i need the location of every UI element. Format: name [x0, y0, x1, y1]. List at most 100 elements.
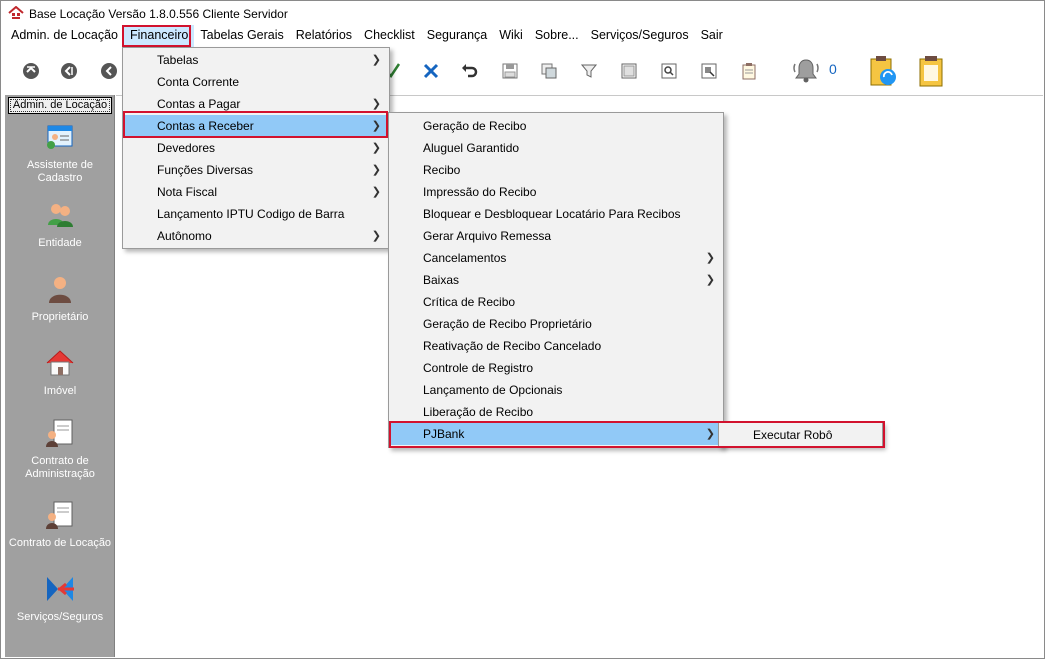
menu-item-reativacao-recibo[interactable]: Reativação de Recibo Cancelado: [389, 335, 723, 357]
menu-item-label: Executar Robô: [753, 428, 833, 442]
menu-item-contas-receber[interactable]: Contas a Receber ❯: [123, 115, 389, 137]
sidebar-item-label: Contrato de Administração: [25, 455, 95, 480]
menu-seguranca[interactable]: Segurança: [421, 25, 493, 47]
tasks-button[interactable]: [915, 55, 947, 87]
sidebar-item-label: Serviços/Seguros: [16, 611, 104, 623]
previous-page-icon: [61, 63, 77, 79]
chevron-right-icon: ❯: [371, 120, 381, 132]
app-window: Base Locação Versão 1.8.0.556 Cliente Se…: [0, 0, 1045, 659]
save-button[interactable]: [498, 59, 522, 83]
menu-financeiro[interactable]: Financeiro: [124, 25, 195, 47]
sidebar-item-label: Assistente de Cadastro: [26, 159, 94, 184]
menu-item-label: Liberação de Recibo: [423, 405, 534, 419]
app-logo-icon: [8, 6, 24, 19]
print-preview-button[interactable]: [697, 59, 721, 83]
search-button[interactable]: [657, 59, 681, 83]
house-icon: [46, 350, 74, 376]
previous-record-button[interactable]: [97, 59, 121, 83]
filter-button[interactable]: [577, 59, 601, 83]
menu-checklist[interactable]: Checklist: [358, 25, 421, 47]
menu-item-aluguel-garantido[interactable]: Aluguel Garantido: [389, 137, 723, 159]
menu-item-contas-pagar[interactable]: Contas a Pagar ❯: [123, 93, 389, 115]
menu-item-label: Contas a Receber: [157, 119, 254, 133]
menu-item-critica-recibo[interactable]: Crítica de Recibo: [389, 291, 723, 313]
first-record-button[interactable]: [19, 59, 43, 83]
previous-record-icon: [101, 63, 117, 79]
sidebar-item-label: Imóvel: [43, 385, 77, 397]
menu-servicos-seguros[interactable]: Serviços/Seguros: [585, 25, 695, 47]
users-icon: [48, 204, 73, 227]
window-title: Base Locação Versão 1.8.0.556 Cliente Se…: [29, 7, 288, 21]
menu-item-label: Recibo: [423, 163, 461, 177]
menu-item-controle-registro[interactable]: Controle de Registro: [389, 357, 723, 379]
menu-item-pjbank[interactable]: PJBank ❯: [389, 423, 723, 445]
menu-item-executar-robo[interactable]: Executar Robô: [719, 424, 882, 446]
chevron-right-icon: ❯: [705, 274, 715, 286]
menu-bar: Admin. de Locação Financeiro Tabelas Ger…: [5, 25, 729, 47]
chevron-right-icon: ❯: [705, 252, 715, 264]
close-icon: [423, 63, 439, 79]
sidebar-header[interactable]: Admin. de Locação: [8, 97, 112, 114]
sidebar-item-label: Entidade: [38, 237, 82, 249]
clipboard-sync-icon: [870, 56, 896, 86]
menu-item-label: Gerar Arquivo Remessa: [423, 229, 552, 243]
notifications-button[interactable]: [791, 55, 821, 85]
menu-item-tabelas[interactable]: Tabelas ❯: [123, 49, 389, 71]
notes-button[interactable]: [737, 59, 761, 83]
copy-button[interactable]: [537, 59, 561, 83]
chevron-right-icon: ❯: [371, 98, 381, 110]
menu-item-recibo[interactable]: Recibo: [389, 159, 723, 181]
menu-item-impressao-recibo[interactable]: Impressão do Recibo: [389, 181, 723, 203]
menu-item-nota-fiscal[interactable]: Nota Fiscal ❯: [123, 181, 389, 203]
contas-receber-submenu: Geração de Recibo Aluguel Garantido Reci…: [388, 112, 724, 448]
menu-item-baixas[interactable]: Baixas ❯: [389, 269, 723, 291]
menu-item-label: Autônomo: [157, 229, 212, 243]
menu-item-lancamento-opcionais[interactable]: Lançamento de Opcionais: [389, 379, 723, 401]
menu-item-geracao-recibo[interactable]: Geração de Recibo: [389, 115, 723, 137]
chevron-right-icon: ❯: [705, 428, 715, 440]
menu-item-iptu-codigo-barra[interactable]: Lançamento IPTU Codigo de Barra: [123, 203, 389, 225]
sidebar-item-contrato-locacao[interactable]: Contrato de Locação: [5, 499, 115, 550]
sidebar-item-assistente-cadastro[interactable]: Assistente de Cadastro: [5, 121, 115, 185]
sidebar-item-servicos-seguros[interactable]: Serviços/Seguros: [5, 573, 115, 624]
menu-item-autonomo[interactable]: Autônomo ❯: [123, 225, 389, 247]
notification-count: 0: [829, 61, 837, 77]
chevron-right-icon: ❯: [371, 230, 381, 242]
sync-tasks-button[interactable]: [867, 55, 899, 87]
menu-item-conta-corrente[interactable]: Conta Corrente: [123, 71, 389, 93]
menu-sobre[interactable]: Sobre...: [529, 25, 585, 47]
sidebar-item-entidade[interactable]: Entidade: [5, 199, 115, 250]
cancel-button[interactable]: [419, 59, 443, 83]
menu-item-bloquear-desbloquear[interactable]: Bloquear e Desbloquear Locatário Para Re…: [389, 203, 723, 225]
sidebar-item-contrato-administracao[interactable]: Contrato de Administração: [5, 417, 115, 481]
menu-item-gerar-remessa[interactable]: Gerar Arquivo Remessa: [389, 225, 723, 247]
menu-item-label: Crítica de Recibo: [423, 295, 516, 309]
sidebar-item-imovel[interactable]: Imóvel: [5, 347, 115, 398]
notes-icon: [742, 63, 756, 80]
menu-item-label: Lançamento de Opcionais: [423, 383, 563, 397]
copy-icon: [541, 63, 557, 79]
menu-item-cancelamentos[interactable]: Cancelamentos ❯: [389, 247, 723, 269]
clipboard-icon: [919, 56, 943, 87]
menu-item-label: Geração de Recibo Proprietário: [423, 317, 592, 331]
menu-tabelas-gerais[interactable]: Tabelas Gerais: [194, 25, 289, 47]
undo-icon: [462, 64, 478, 78]
menu-item-label: Cancelamentos: [423, 251, 507, 265]
sidebar: Admin. de Locação Assistente de Cadastro…: [5, 95, 115, 657]
lease-contract-icon: [46, 501, 73, 529]
print-preview-icon: [701, 63, 717, 79]
previous-page-button[interactable]: [57, 59, 81, 83]
menu-sair[interactable]: Sair: [695, 25, 729, 47]
menu-item-liberacao-recibo[interactable]: Liberação de Recibo: [389, 401, 723, 423]
menu-item-funcoes-diversas[interactable]: Funções Diversas ❯: [123, 159, 389, 181]
menu-item-recibo-proprietario[interactable]: Geração de Recibo Proprietário: [389, 313, 723, 335]
menu-item-devedores[interactable]: Devedores ❯: [123, 137, 389, 159]
menu-admin-locacao[interactable]: Admin. de Locação: [5, 25, 124, 47]
menu-relatorios[interactable]: Relatórios: [290, 25, 358, 47]
bell-icon: [793, 59, 819, 83]
undo-button[interactable]: [458, 59, 482, 83]
chevron-right-icon: ❯: [371, 164, 381, 176]
sidebar-item-proprietario[interactable]: Proprietário: [5, 273, 115, 324]
menu-wiki[interactable]: Wiki: [493, 25, 529, 47]
frame-button[interactable]: [617, 59, 641, 83]
